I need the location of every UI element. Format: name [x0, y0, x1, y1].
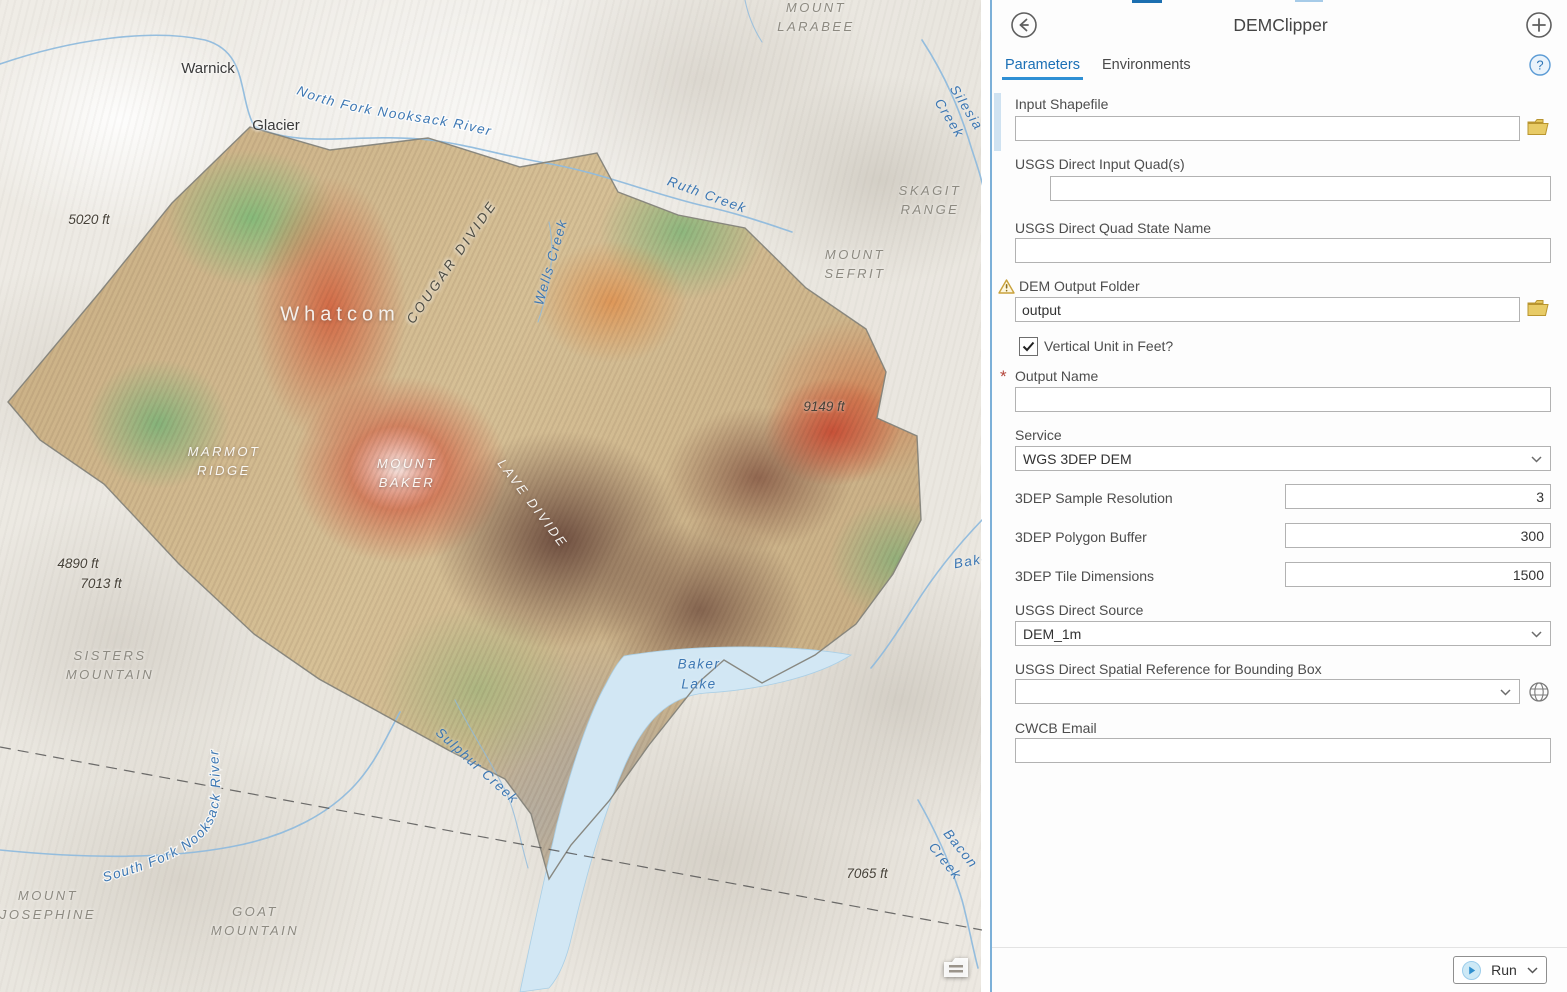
dem-output-label: DEM Output Folder — [1019, 278, 1140, 294]
help-icon[interactable]: ? — [1529, 54, 1551, 76]
input-shapefile-label: Input Shapefile — [1015, 96, 1108, 112]
service-value: WGS 3DEP DEM — [1023, 451, 1132, 467]
map-label: Whatcom — [280, 301, 399, 330]
usgs-state-label: USGS Direct Quad State Name — [1015, 220, 1211, 236]
map-label: MOUNT JOSEPHINE — [0, 887, 96, 925]
run-options-chevron-icon[interactable] — [1527, 967, 1538, 974]
map-label: MOUNT SEFRIT — [824, 246, 885, 284]
vertical-unit-checkbox[interactable] — [1019, 337, 1038, 356]
usgs-source-value: DEM_1m — [1023, 626, 1081, 642]
tool-title: DEMClipper — [992, 15, 1567, 36]
map-label: MARMOT RIDGE — [188, 443, 261, 481]
selected-parameter-strip — [994, 93, 1001, 151]
map-label: Bacon Creek — [923, 825, 982, 885]
map-label: COUGAR DIVIDE — [402, 196, 502, 328]
map-label: 4890 ft — [57, 554, 98, 574]
map-label: Baker Lake — [678, 654, 721, 693]
input-shapefile-browse-folder-icon[interactable] — [1526, 117, 1550, 140]
map-label: MOUNT LARABEE — [777, 0, 854, 37]
map-labels-layer: Warnick Glacier MOUNT LARABEE Silesia Creek… — [0, 0, 982, 992]
map-overview-icon[interactable] — [941, 956, 971, 985]
docked-tab-fragment — [1132, 0, 1162, 3]
sample-resolution-label: 3DEP Sample Resolution — [1015, 490, 1173, 506]
app-window: North Fork Nooksack River South Fork Noo… — [0, 0, 1567, 992]
spatial-reference-globe-icon[interactable] — [1528, 681, 1550, 703]
map-label: Sulphur Creek — [431, 723, 523, 808]
checkmark-icon — [1022, 341, 1035, 352]
add-to-project-button[interactable] — [1525, 11, 1553, 39]
docked-tab-fragment — [1295, 0, 1323, 2]
usgs-source-label: USGS Direct Source — [1015, 602, 1143, 618]
map-panel-gutter — [981, 0, 990, 992]
output-name-field[interactable] — [1015, 387, 1551, 412]
map-label: 9149 ft — [803, 397, 844, 417]
map-label: 5020 ft — [68, 210, 109, 230]
warning-icon — [998, 279, 1015, 299]
usgs-state-field[interactable] — [1015, 238, 1551, 263]
map-label: Glacier — [252, 115, 300, 137]
chevron-down-icon — [1531, 456, 1542, 463]
map-label: 7013 ft — [80, 574, 121, 594]
run-button[interactable]: Run — [1453, 956, 1547, 984]
cwcb-email-label: CWCB Email — [1015, 720, 1097, 736]
run-button-label: Run — [1488, 962, 1520, 978]
tile-dimensions-label: 3DEP Tile Dimensions — [1015, 568, 1154, 584]
geoprocessing-panel: DEMClipper Parameters Environments ? Inp… — [990, 0, 1567, 992]
chevron-down-icon — [1500, 689, 1511, 696]
service-select[interactable]: WGS 3DEP DEM — [1015, 446, 1551, 471]
usgs-quads-label: USGS Direct Input Quad(s) — [1015, 156, 1185, 172]
usgs-source-select[interactable]: DEM_1m — [1015, 621, 1551, 646]
vertical-unit-label[interactable]: Vertical Unit in Feet? — [1044, 338, 1173, 354]
sample-resolution-field[interactable] — [1285, 484, 1551, 509]
map-label: MOUNT BAKER — [377, 455, 437, 493]
tab-parameters[interactable]: Parameters — [1005, 57, 1080, 73]
usgs-quads-field[interactable] — [1050, 176, 1551, 201]
map-label: GOAT MOUNTAIN — [211, 903, 299, 941]
map-label: Wells Creek — [529, 217, 572, 308]
dem-output-browse-folder-icon[interactable] — [1526, 298, 1550, 321]
chevron-down-icon — [1531, 631, 1542, 638]
map-label: LAVE DIVIDE — [492, 456, 571, 553]
output-name-label: Output Name — [1015, 368, 1098, 384]
service-label: Service — [1015, 427, 1062, 443]
panel-footer: Run — [992, 947, 1567, 992]
tab-environments[interactable]: Environments — [1102, 57, 1191, 73]
map-label: SISTERS MOUNTAIN — [66, 647, 154, 685]
map-label: Bake — [952, 548, 982, 574]
map-label: Ruth Creek — [665, 172, 750, 219]
map-label: Silesia Creek — [928, 81, 982, 144]
map-label: SKAGIT RANGE — [899, 182, 962, 220]
cwcb-email-field[interactable] — [1015, 738, 1551, 763]
tile-dimensions-field[interactable] — [1285, 562, 1551, 587]
map-view[interactable]: North Fork Nooksack River South Fork Noo… — [0, 0, 982, 992]
map-label: 7065 ft — [846, 864, 887, 884]
input-shapefile-field[interactable] — [1015, 116, 1520, 141]
spatial-ref-select[interactable] — [1015, 679, 1520, 704]
map-label: Warnick — [181, 58, 235, 80]
polygon-buffer-field[interactable] — [1285, 523, 1551, 548]
run-play-icon — [1462, 961, 1481, 980]
spatial-ref-label: USGS Direct Spatial Reference for Boundi… — [1015, 661, 1322, 677]
dem-output-field[interactable] — [1015, 297, 1520, 322]
svg-text:?: ? — [1536, 58, 1543, 73]
required-marker: * — [1000, 367, 1007, 387]
polygon-buffer-label: 3DEP Polygon Buffer — [1015, 529, 1147, 545]
